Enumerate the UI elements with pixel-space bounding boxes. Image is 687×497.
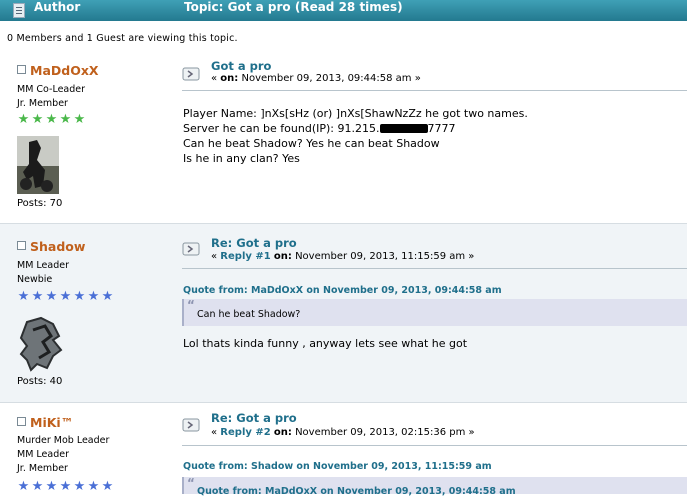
- post-2: Shadow MM Leader Newbie ★ ★ ★ ★ ★ ★ ★ Posts: 4…: [0, 224, 687, 402]
- body-line: Player Name: ]nXs[sHz (or) ]nXs[ShawNzZz…: [183, 107, 528, 120]
- star-icon: ★: [59, 479, 72, 494]
- date-on-label: on:: [273, 251, 292, 262]
- star-icon: ★: [73, 479, 86, 494]
- date-value: November 09, 2013, 09:44:58 am »: [238, 73, 421, 84]
- star-icon: ★: [17, 479, 30, 494]
- post-title-link[interactable]: Re: Got a pro: [211, 236, 297, 250]
- date-on-label: on:: [220, 73, 239, 84]
- avatar: [17, 316, 67, 375]
- post-date: « Reply #1 on: November 09, 2013, 11:15:…: [211, 251, 474, 262]
- poster-group: MM Leader: [17, 260, 69, 271]
- poster-group: MM Leader: [17, 449, 69, 460]
- redacted-mark: [379, 124, 428, 133]
- star-icon: ★: [45, 112, 58, 127]
- date-prefix: «: [211, 251, 221, 262]
- body-line-text: Server he can be found(IP): 91.215.: [183, 122, 380, 135]
- star-icon: ★: [31, 479, 44, 494]
- offline-status-icon: [17, 65, 26, 74]
- star-icon: ★: [101, 289, 114, 304]
- date-prefix: «: [211, 73, 221, 84]
- quote-text: Can he beat Shadow?: [197, 309, 301, 320]
- body-line-text: 7777: [427, 122, 456, 135]
- post-icon: [182, 418, 200, 432]
- poster-group: MM Co-Leader: [17, 84, 86, 95]
- quote-header-link[interactable]: Quote from: MaDdOxX on November 09, 2013…: [183, 285, 687, 296]
- post-body: Lol thats kinda funny , anyway lets see …: [183, 337, 468, 350]
- post-body: Player Name: ]nXs[sHz (or) ]nXs[ShawNzZz…: [183, 106, 528, 166]
- post-divider: [182, 90, 687, 91]
- poster-name-link[interactable]: MiKi™: [30, 415, 73, 430]
- quote-marks-icon: “: [187, 298, 195, 312]
- reply-number-link[interactable]: Reply #2: [220, 427, 270, 438]
- poster-rank: Jr. Member: [17, 98, 68, 109]
- quote-box: “ Can he beat Shadow?: [182, 298, 687, 326]
- star-icon: ★: [17, 289, 30, 304]
- post-count: Posts: 40: [17, 376, 63, 387]
- body-line: Server he can be found(IP): 91.215. 7777: [183, 121, 528, 136]
- post-date: « on: November 09, 2013, 09:44:58 am »: [211, 73, 421, 84]
- poster-name[interactable]: MiKi™: [17, 415, 73, 430]
- date-on-label: on:: [273, 427, 292, 438]
- star-icon: ★: [73, 112, 86, 127]
- topic-title: Topic: Got a pro (Read 28 times): [184, 0, 403, 14]
- topic-header-bar: Author Topic: Got a pro (Read 28 times): [0, 0, 687, 21]
- post-divider: [182, 445, 687, 446]
- poster-rank: Newbie: [17, 274, 53, 285]
- star-icon: ★: [59, 289, 72, 304]
- star-icon: ★: [87, 479, 100, 494]
- poster-name-link[interactable]: Shadow: [30, 239, 85, 254]
- post-icon: [182, 242, 200, 256]
- date-value: November 09, 2013, 02:15:36 pm »: [291, 427, 475, 438]
- body-line: Can he beat Shadow? Yes he can beat Shad…: [183, 137, 440, 150]
- offline-status-icon: [17, 417, 26, 426]
- post-3: MiKi™ Murder Mob Leader MM Leader Jr. Me…: [0, 403, 687, 497]
- poster-group: Murder Mob Leader: [17, 435, 110, 446]
- rank-stars: ★ ★ ★ ★ ★: [17, 113, 87, 127]
- post-title-link[interactable]: Got a pro: [211, 59, 271, 73]
- quote-box: “ Quote from: MaDdOxX on November 09, 20…: [182, 476, 687, 497]
- body-line: Is he in any clan? Yes: [183, 152, 300, 165]
- star-icon: ★: [45, 479, 58, 494]
- star-icon: ★: [31, 112, 44, 127]
- nested-quote-header[interactable]: Quote from: MaDdOxX on November 09, 2013…: [197, 486, 516, 497]
- date-value: November 09, 2013, 11:15:59 am »: [291, 251, 475, 262]
- post-icon: [182, 67, 200, 81]
- post-divider: [182, 268, 687, 269]
- star-icon: ★: [17, 112, 30, 127]
- rank-stars: ★ ★ ★ ★ ★ ★ ★: [17, 480, 115, 494]
- reply-number-link[interactable]: Reply #1: [220, 251, 270, 262]
- quote-marks-icon: “: [187, 476, 195, 490]
- post-title-link[interactable]: Re: Got a pro: [211, 411, 297, 425]
- rank-stars: ★ ★ ★ ★ ★ ★ ★: [17, 290, 115, 304]
- star-icon: ★: [87, 289, 100, 304]
- author-column-header: Author: [34, 0, 81, 14]
- star-icon: ★: [101, 479, 114, 494]
- date-prefix: «: [211, 427, 221, 438]
- avatar: [17, 136, 59, 197]
- poster-rank: Jr. Member: [17, 463, 68, 474]
- offline-status-icon: [17, 241, 26, 250]
- quote-header-link[interactable]: Quote from: Shadow on November 09, 2013,…: [183, 461, 687, 472]
- poster-name[interactable]: MaDdOxX: [17, 63, 99, 78]
- poster-name[interactable]: Shadow: [17, 239, 85, 254]
- star-icon: ★: [31, 289, 44, 304]
- star-icon: ★: [45, 289, 58, 304]
- post-1: MaDdOxX MM Co-Leader Jr. Member ★ ★ ★ ★ ★ Po…: [0, 53, 687, 223]
- viewers-info: 0 Members and 1 Guest are viewing this t…: [7, 33, 238, 44]
- poster-name-link[interactable]: MaDdOxX: [30, 63, 99, 78]
- topic-icon: [13, 3, 25, 18]
- post-date: « Reply #2 on: November 09, 2013, 02:15:…: [211, 427, 475, 438]
- star-icon: ★: [59, 112, 72, 127]
- star-icon: ★: [73, 289, 86, 304]
- post-count: Posts: 70: [17, 198, 63, 209]
